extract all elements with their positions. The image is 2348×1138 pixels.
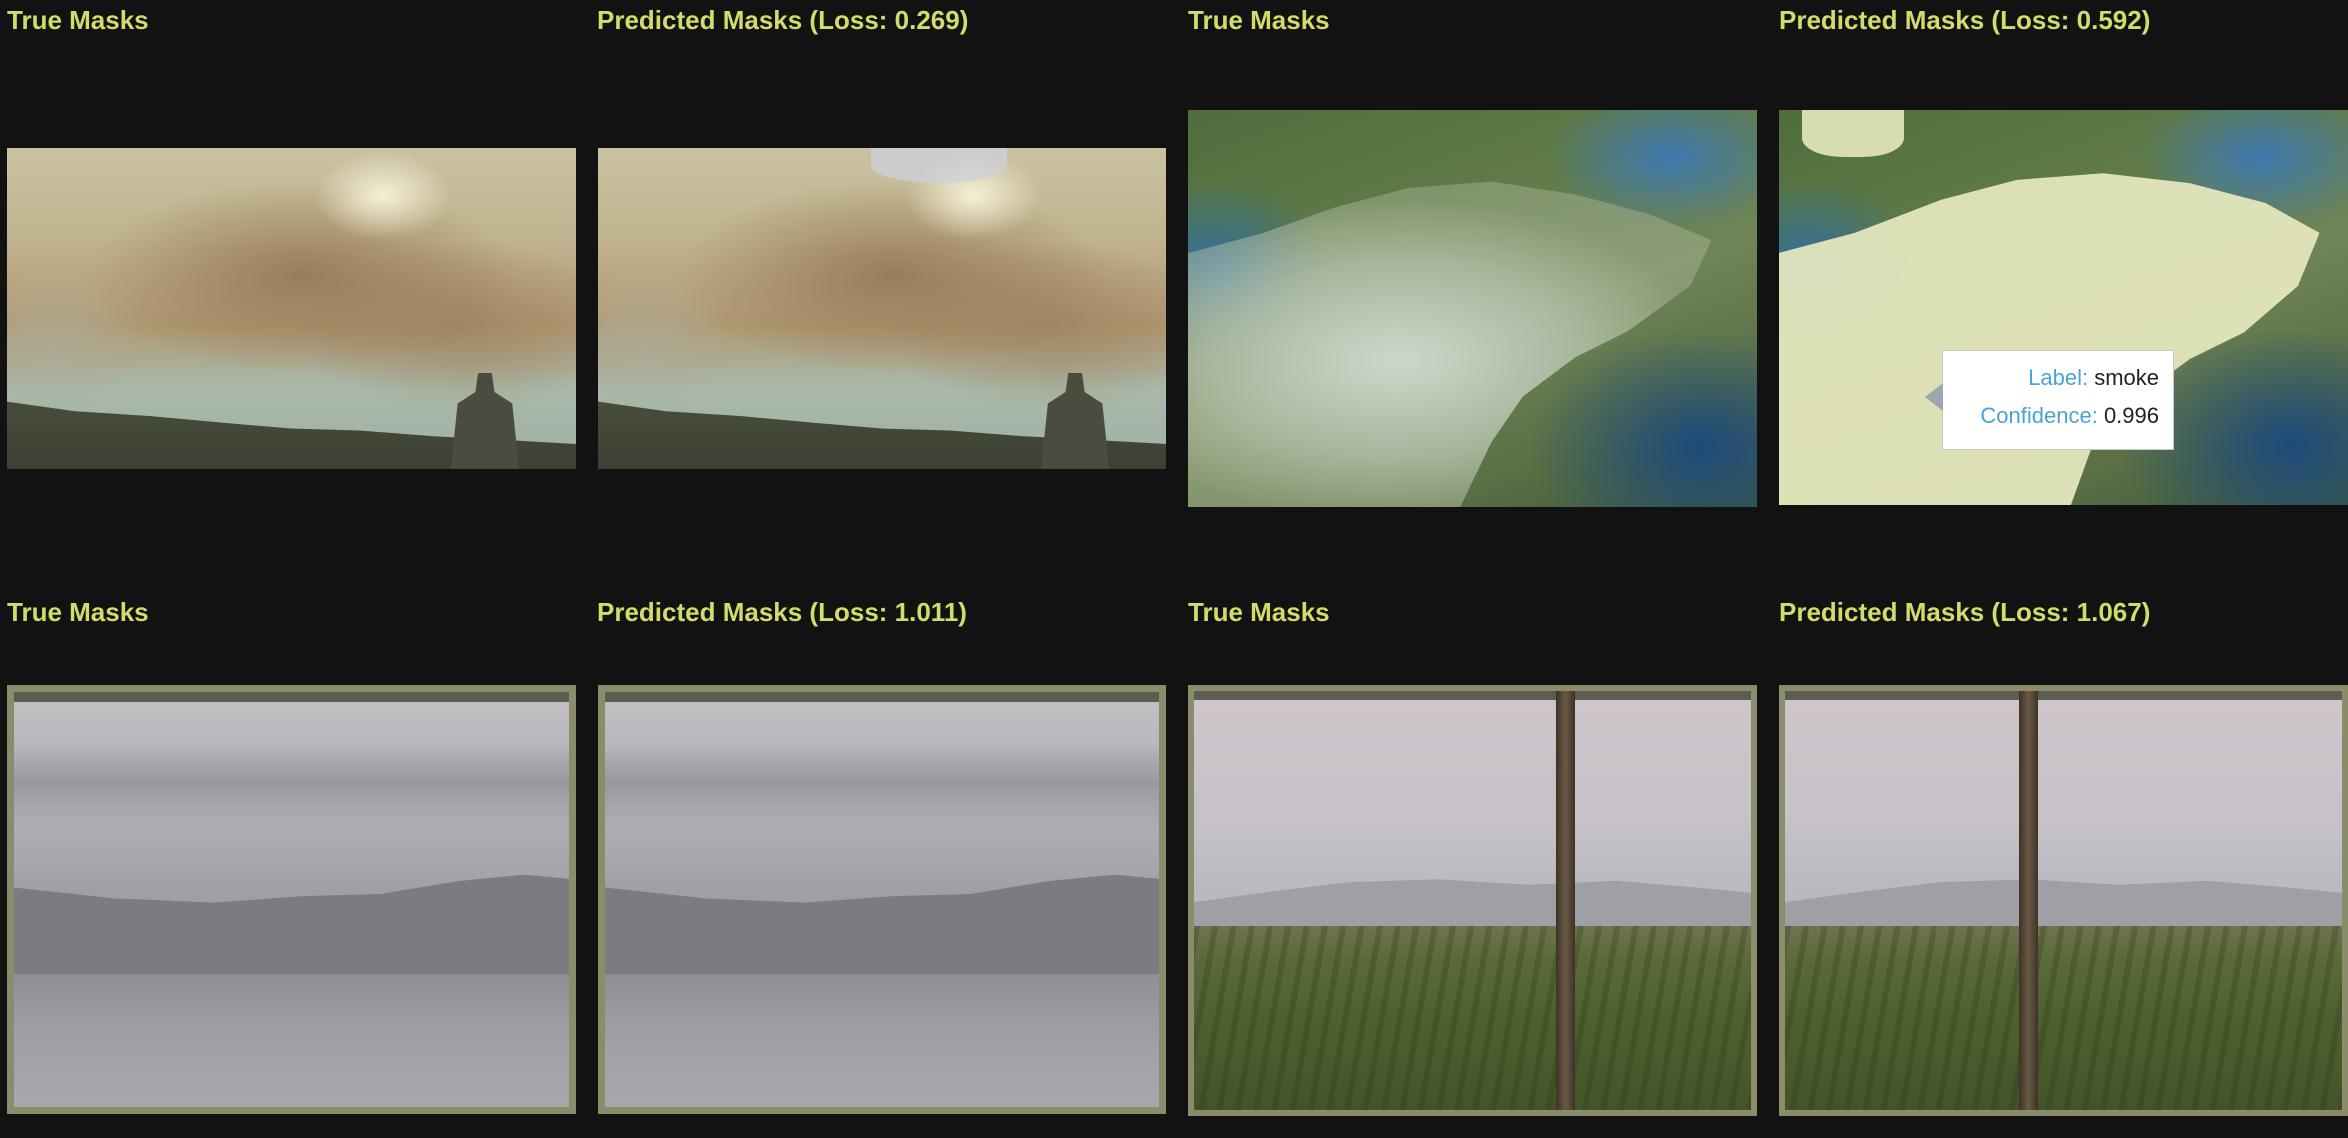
wooden-pole [2018, 691, 2038, 1110]
predicted-mask-image-3[interactable] [598, 685, 1166, 1114]
camera-timestamp-bar [1194, 691, 1751, 700]
predicted-mask-overlay-top [1801, 110, 1905, 158]
person-silhouette [450, 372, 520, 469]
predicted-mask-overlay [1779, 173, 2320, 505]
true-mask-image-3[interactable] [7, 685, 576, 1114]
predicted-mask-image-4[interactable] [1779, 685, 2348, 1116]
tooltip-label-value: smoke [2094, 365, 2159, 390]
tooltip-confidence-row: Confidence: 0.996 [1943, 397, 2159, 435]
cloud-band [605, 741, 1159, 825]
panel-title-true-2: True Masks [1188, 5, 1330, 35]
tooltip-label-row: Label: smoke [1943, 359, 2159, 397]
sea-water [605, 974, 1159, 1107]
camera-timestamp-bar [605, 692, 1159, 702]
person-silhouette [1041, 372, 1110, 469]
forest-ground [1194, 925, 1751, 1110]
panel-title-true-3: True Masks [7, 597, 149, 627]
camera-timestamp-bar [1785, 691, 2342, 700]
tooltip-label-key: Label: [2028, 365, 2089, 390]
smoke-mask-overlay [1188, 181, 1712, 507]
mask-tooltip: Label: smoke Confidence: 0.996 [1925, 350, 2174, 450]
tooltip-confidence-value: 0.996 [2103, 403, 2159, 428]
predicted-mask-overlay [870, 148, 1007, 184]
panel-title-pred-4: Predicted Masks (Loss: 1.067) [1779, 597, 2151, 627]
true-mask-image-4[interactable] [1188, 685, 1757, 1116]
wooden-pole [1556, 691, 1575, 1110]
mountain-silhouette [14, 874, 569, 983]
sea-water [14, 974, 569, 1107]
mountain-silhouette [605, 874, 1159, 983]
true-mask-image-1[interactable] [7, 148, 576, 469]
mask-comparison-figure: True Masks Predicted Masks (Loss: 0.269)… [0, 0, 2348, 1138]
panel-title-true-4: True Masks [1188, 597, 1330, 627]
camera-timestamp-bar [14, 692, 569, 702]
forest-ground [1785, 925, 2342, 1110]
tooltip-confidence-key: Confidence: [1980, 403, 2098, 428]
predicted-mask-image-1[interactable] [598, 148, 1166, 469]
panel-title-true-1: True Masks [7, 5, 149, 35]
panel-title-pred-1: Predicted Masks (Loss: 0.269) [597, 5, 969, 35]
true-mask-image-2[interactable] [1188, 110, 1757, 507]
panel-title-pred-2: Predicted Masks (Loss: 0.592) [1779, 5, 2151, 35]
cloud-band [14, 741, 569, 825]
panel-title-pred-3: Predicted Masks (Loss: 1.011) [597, 597, 967, 627]
